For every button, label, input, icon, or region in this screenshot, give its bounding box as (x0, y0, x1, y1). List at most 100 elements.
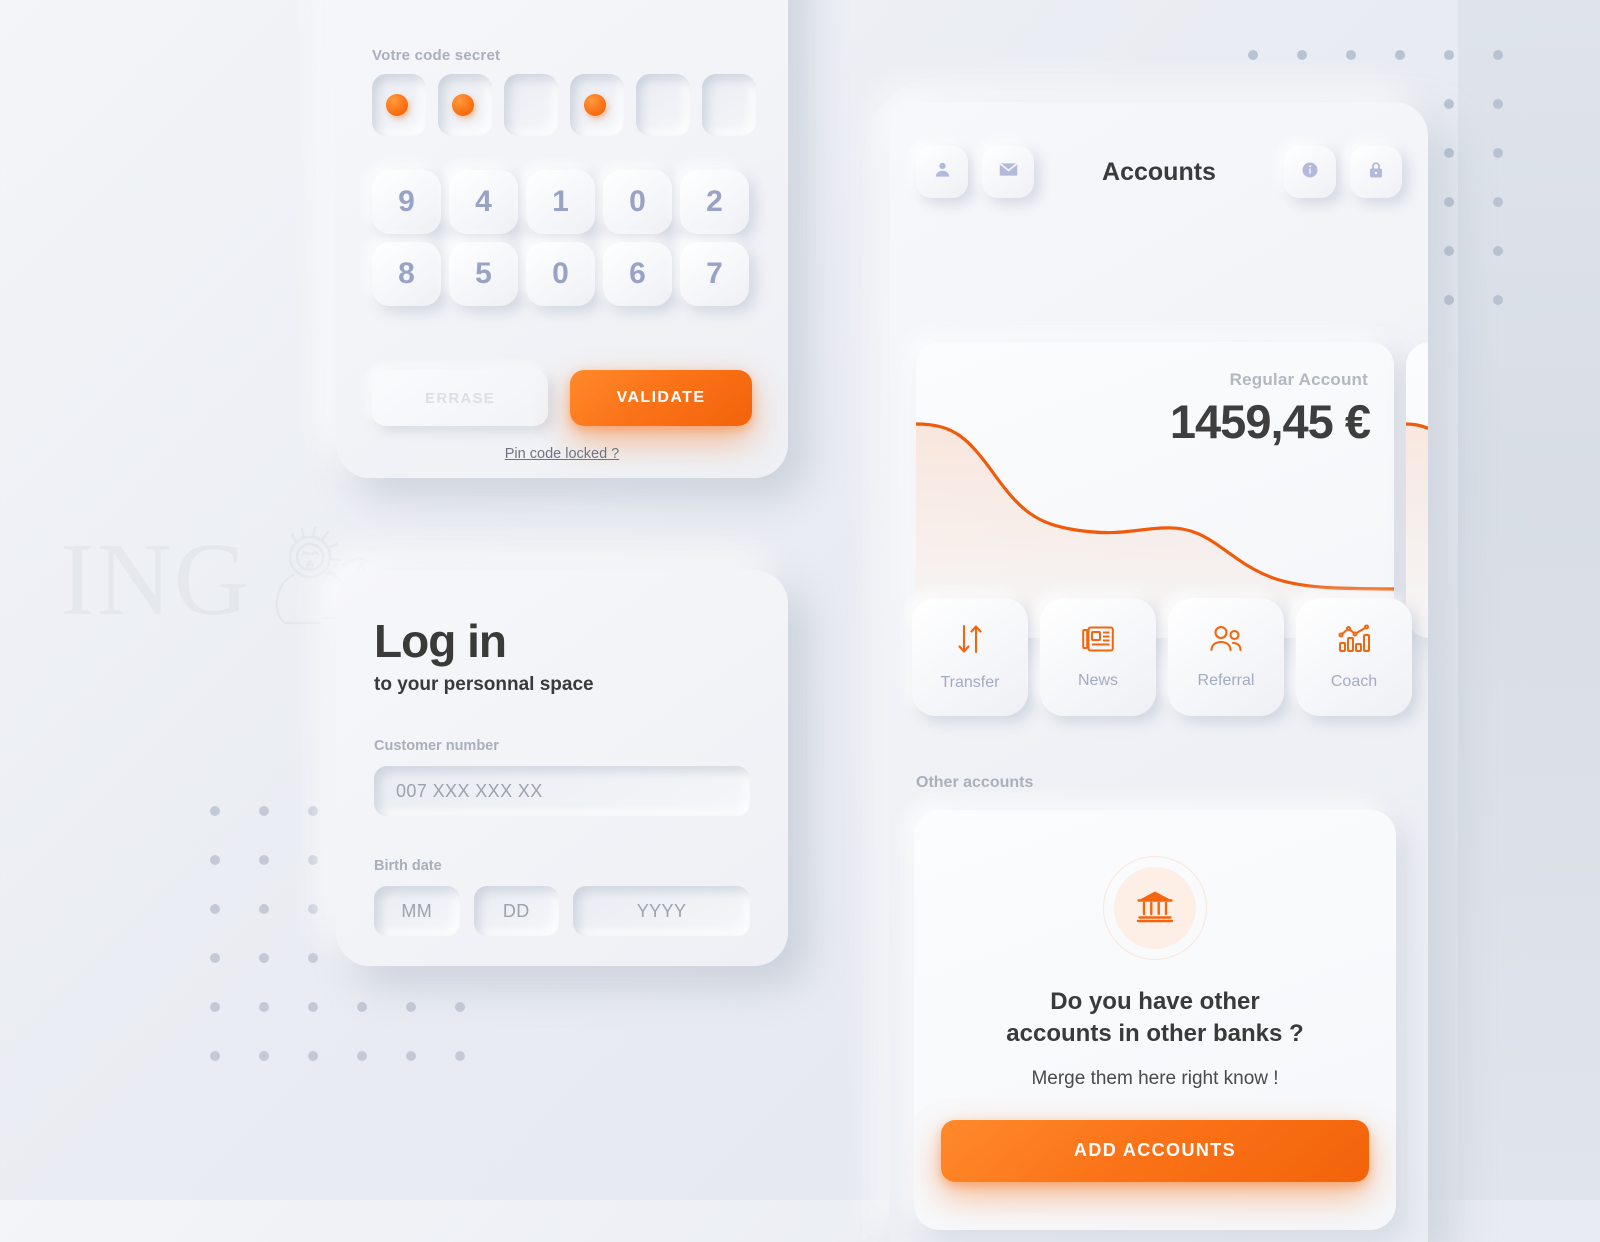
background-right-panel (1458, 0, 1600, 1200)
decorative-dot (1297, 50, 1307, 60)
header-right-icons (1284, 146, 1402, 198)
decorative-dot (308, 953, 318, 963)
decorative-dot (357, 1002, 367, 1012)
transfer-arrows-icon (955, 623, 985, 660)
other-accounts-card: Do you have other accounts in other bank… (914, 810, 1396, 1230)
balance-card[interactable]: Regular Account 1459,45 € (916, 342, 1394, 638)
decorative-dot (308, 855, 318, 865)
balance-amount: 1459,45 € (1169, 395, 1371, 448)
birth-date-group: Birth date MM DD YYYY (374, 858, 751, 936)
decorative-dot (259, 1051, 269, 1061)
bar-chart-icon (1338, 624, 1370, 659)
accounts-header: Accounts (890, 144, 1428, 200)
pin-filled-dot (452, 94, 474, 116)
decorative-dot (210, 806, 220, 816)
birth-day-input[interactable]: DD (473, 886, 560, 936)
pin-slot[interactable] (504, 74, 558, 136)
pin-filled-dot (386, 94, 408, 116)
keypad-key[interactable]: 1 (526, 170, 595, 234)
decorative-dot (210, 855, 220, 865)
other-accounts-headline: Do you have other accounts in other bank… (1006, 986, 1303, 1050)
pin-filled-dot (584, 94, 606, 116)
accounts-screen: Accounts Regular Account 1459,45 € Trans… (890, 102, 1428, 1242)
quick-action-label: Coach (1330, 672, 1378, 690)
keypad-key[interactable]: 0 (603, 170, 672, 234)
lock-button[interactable] (1350, 146, 1402, 198)
keypad-key[interactable]: 5 (449, 242, 518, 306)
decorative-dot (210, 953, 220, 963)
balance-card-next[interactable] (1406, 342, 1428, 638)
pin-code-label: Votre code secret (372, 47, 501, 64)
decorative-dot (1493, 246, 1503, 256)
decorative-dot (1395, 50, 1405, 60)
decorative-dot (1493, 50, 1503, 60)
decorative-dot (259, 1002, 269, 1012)
keypad-key[interactable]: 8 (372, 242, 441, 306)
quick-action-label: Referral (1197, 671, 1255, 689)
header-left-icons (916, 146, 1034, 198)
decorative-dot (308, 904, 318, 914)
keypad-key[interactable]: 6 (603, 242, 672, 306)
keypad-key[interactable]: 7 (680, 242, 749, 306)
bank-icon-ring (1103, 856, 1207, 960)
pin-slot[interactable] (570, 74, 624, 136)
quick-action-referral[interactable]: Referral (1168, 598, 1284, 716)
erase-button[interactable]: ERRASE (372, 370, 548, 426)
quick-action-coach[interactable]: Coach (1296, 598, 1412, 716)
decorative-dot (1444, 148, 1454, 158)
quick-action-news[interactable]: News (1040, 598, 1156, 716)
decorative-dot (1444, 99, 1454, 109)
birth-year-input[interactable]: YYYY (573, 886, 751, 936)
decorative-dot (1444, 50, 1454, 60)
other-accounts-section-title: Other accounts (916, 774, 1034, 791)
keypad-key[interactable]: 2 (680, 170, 749, 234)
keypad-key[interactable]: 9 (372, 170, 441, 234)
birth-date-label: Birth date (374, 858, 442, 874)
pin-keypad: 9 4 1 0 2 8 5 0 6 7 (372, 170, 752, 314)
lock-icon (1367, 161, 1385, 184)
quick-action-transfer[interactable]: Transfer (912, 598, 1028, 716)
keypad-key[interactable]: 4 (449, 170, 518, 234)
bank-icon (1136, 888, 1174, 929)
add-accounts-button[interactable]: ADD ACCOUNTS (941, 1119, 1369, 1182)
validate-button[interactable]: VALIDATE (570, 370, 752, 426)
pin-locked-link[interactable]: Pin code locked ? (372, 446, 752, 462)
decorative-dot (1493, 197, 1503, 207)
profile-button[interactable] (916, 146, 968, 198)
pin-action-row: ERRASE VALIDATE (372, 370, 752, 426)
customer-number-input[interactable]: 007 XXX XXX XX (374, 766, 750, 816)
other-accounts-subtext: Merge them here right know ! (1031, 1067, 1279, 1089)
decorative-dot (1444, 295, 1454, 305)
decorative-dot (1444, 246, 1454, 256)
decorative-dot (406, 1051, 416, 1061)
balance-card-carousel[interactable]: Regular Account 1459,45 € (890, 342, 1428, 642)
decorative-dot (1444, 197, 1454, 207)
mail-icon (998, 159, 1019, 185)
customer-number-label: Customer number (374, 738, 499, 754)
pin-slot-group (372, 74, 756, 136)
page-title: Accounts (1102, 157, 1216, 186)
info-button[interactable] (1284, 146, 1336, 198)
headline-line-2: accounts in other banks ? (1006, 1019, 1304, 1047)
decorative-dot (308, 1051, 318, 1061)
keypad-row: 9 4 1 0 2 (372, 170, 752, 234)
pin-slot[interactable] (372, 74, 426, 136)
people-icon (1209, 625, 1243, 658)
pin-slot[interactable] (702, 74, 756, 136)
quick-actions-row: Transfer News Referral Coach (912, 598, 1412, 716)
next-card-sparkline (1406, 422, 1428, 638)
balance-card-label: Regular Account (1229, 370, 1368, 389)
keypad-key[interactable]: 0 (526, 242, 595, 306)
messages-button[interactable] (982, 146, 1034, 198)
decorative-dot (210, 1002, 220, 1012)
decorative-dot (210, 1051, 220, 1061)
pin-slot[interactable] (636, 74, 690, 136)
quick-action-label: Transfer (940, 673, 1000, 691)
decorative-dot (259, 806, 269, 816)
decorative-dot (455, 1002, 465, 1012)
pin-slot[interactable] (438, 74, 492, 136)
decorative-dot (1493, 148, 1503, 158)
birth-month-input[interactable]: MM (374, 886, 460, 936)
decorative-dot (1493, 99, 1503, 109)
decorative-dot (308, 1002, 318, 1012)
